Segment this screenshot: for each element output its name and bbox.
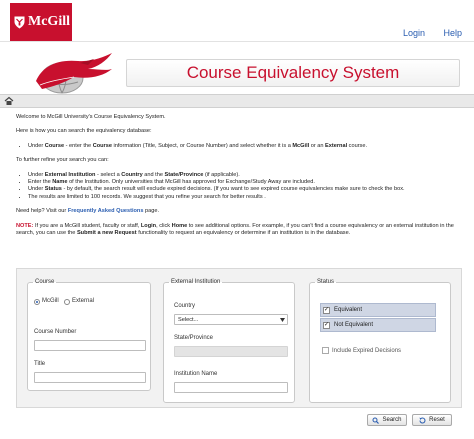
country-select-value: Select... xyxy=(178,317,199,323)
mcgill-radio-label: McGill xyxy=(42,298,59,304)
list-item: The results are limited to 100 records. … xyxy=(28,194,462,201)
page-title-box: Course Equivalency System xyxy=(126,59,460,87)
country-label: Country xyxy=(174,303,196,309)
not-equivalent-checkbox[interactable]: ✓ xyxy=(323,322,330,329)
title-input[interactable] xyxy=(34,372,146,383)
course-fieldset: Course McGill External Course Number Tit… xyxy=(27,279,151,391)
list-item: Enter the Name of the Institution. Only … xyxy=(28,179,462,186)
login-link[interactable]: Login xyxy=(403,28,425,38)
search-button-label: Search xyxy=(382,417,402,423)
institution-name-input[interactable] xyxy=(174,382,288,393)
chevron-down-icon xyxy=(280,318,285,322)
help-text: Need help? Visit our Frequently Asked Qu… xyxy=(16,208,160,215)
include-expired-checkbox[interactable] xyxy=(322,347,329,354)
instructions: Welcome to McGill University's Course Eq… xyxy=(16,114,462,237)
status-fieldset: Status ✓ Equivalent ✓ Not Equivalent Inc… xyxy=(309,279,451,403)
equivalent-option[interactable]: ✓ Equivalent xyxy=(320,303,436,317)
title-label: Title xyxy=(34,361,46,367)
external-legend: External Institution xyxy=(171,279,221,285)
globe-bird-logo-icon xyxy=(36,53,112,94)
page-title: Course Equivalency System xyxy=(186,63,400,82)
not-equivalent-option[interactable]: ✓ Not Equivalent xyxy=(320,318,436,332)
nav-strip xyxy=(0,94,474,108)
reset-icon xyxy=(419,417,426,423)
institution-name-label: Institution Name xyxy=(174,371,218,377)
list-item: Under Status - by default, the search re… xyxy=(28,186,462,193)
mcgill-radio[interactable] xyxy=(34,299,40,305)
course-number-label: Course Number xyxy=(34,329,77,335)
reset-button-label: Reset xyxy=(429,417,445,423)
external-radio[interactable] xyxy=(64,299,70,305)
state-input xyxy=(174,346,288,357)
state-label: State/Province xyxy=(174,335,214,341)
search-icon xyxy=(372,417,380,424)
home-icon[interactable] xyxy=(4,96,14,106)
refine-text: To further refine your search you can: xyxy=(16,157,109,164)
country-select[interactable]: Select... xyxy=(174,314,288,325)
external-radio-label: External xyxy=(72,298,95,304)
howto-text: Here is how you can search the equivalen… xyxy=(16,128,152,135)
logo-text: McGill xyxy=(28,14,70,29)
course-number-input[interactable] xyxy=(34,340,146,351)
include-expired-label: Include Expired Decisions xyxy=(332,348,402,354)
not-equivalent-label: Not Equivalent xyxy=(334,322,374,328)
banner: Course Equivalency System xyxy=(0,43,474,95)
search-button[interactable]: Search xyxy=(367,414,407,426)
status-legend: Status xyxy=(317,279,335,285)
shield-icon xyxy=(14,16,25,28)
list-item: Under Course - enter the Course informat… xyxy=(28,143,462,150)
refine-bullets: Under External Institution - select a Co… xyxy=(16,172,462,202)
external-institution-fieldset: External Institution Country Select... S… xyxy=(163,279,295,403)
faq-link[interactable]: Frequently Asked Questions xyxy=(68,208,144,214)
course-bullets: Under Course - enter the Course informat… xyxy=(16,143,462,150)
note-label: NOTE: xyxy=(16,222,34,229)
note-text: NOTE: If you are a McGill student, facul… xyxy=(16,222,454,237)
reset-button[interactable]: Reset xyxy=(412,414,452,426)
welcome-text: Welcome to McGill University's Course Eq… xyxy=(16,114,166,120)
equivalent-checkbox[interactable]: ✓ xyxy=(323,307,330,314)
list-item: Under External Institution - select a Co… xyxy=(28,172,462,179)
equivalent-label: Equivalent xyxy=(334,307,363,313)
help-link[interactable]: Help xyxy=(443,28,462,38)
top-links: Login Help xyxy=(387,28,462,38)
top-bar: McGill Login Help xyxy=(0,0,474,42)
search-form: Course McGill External Course Number Tit… xyxy=(16,268,462,408)
mcgill-logo[interactable]: McGill xyxy=(10,3,72,41)
course-legend: Course xyxy=(35,279,55,285)
